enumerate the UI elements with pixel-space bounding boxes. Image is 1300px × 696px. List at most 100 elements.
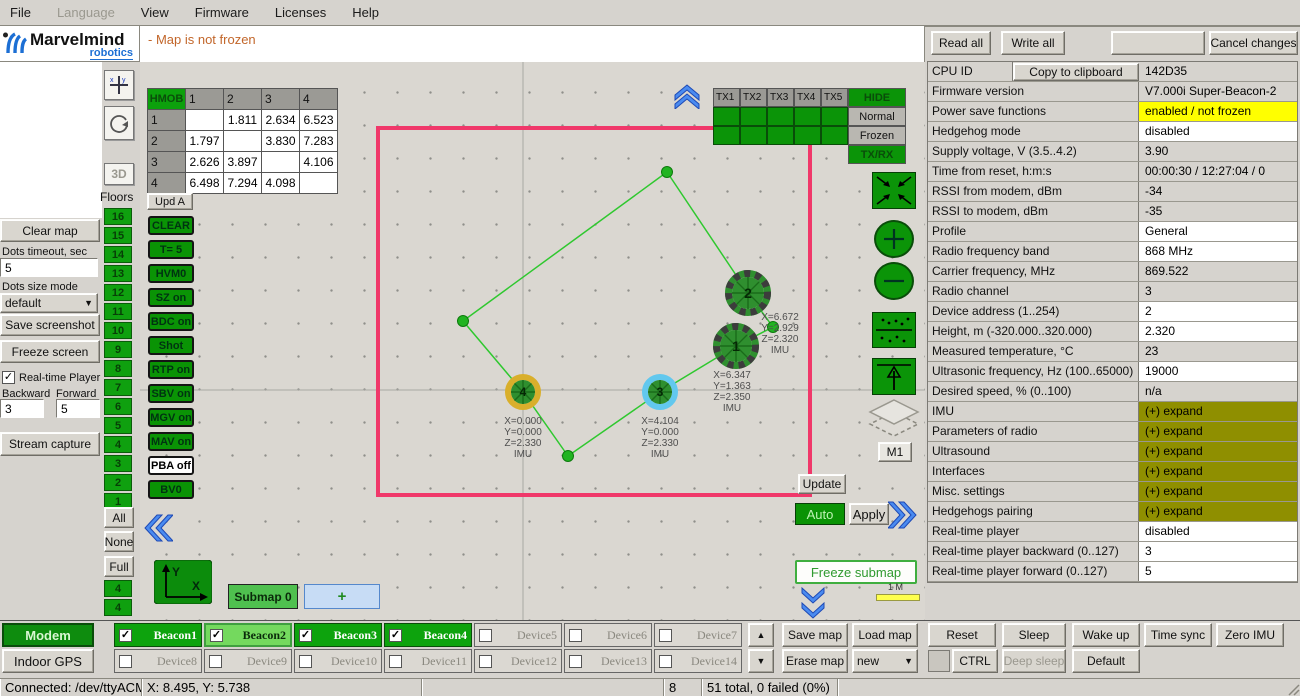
default-button[interactable]: Default xyxy=(1072,649,1140,673)
menu-item-language[interactable]: Language xyxy=(57,5,115,20)
floor-cell-13[interactable]: 13 xyxy=(104,265,132,282)
device-cell-device11[interactable]: Device11 xyxy=(384,649,472,673)
tx-cell[interactable] xyxy=(713,126,740,145)
read-all-button[interactable]: Read all xyxy=(931,31,991,55)
tx-cell[interactable] xyxy=(821,107,848,126)
settings-value[interactable]: enabled / not frozen xyxy=(1139,102,1297,121)
device-checkbox[interactable]: ✓ xyxy=(299,629,312,642)
device-checkbox[interactable] xyxy=(479,655,492,668)
device-cell-device12[interactable]: Device12 xyxy=(474,649,562,673)
floors-none-button[interactable]: None xyxy=(104,531,134,552)
modem-button[interactable]: Modem xyxy=(2,623,94,647)
freeze-screen-button[interactable]: Freeze screen xyxy=(0,340,100,363)
realtime-player-checkbox[interactable]: ✓ xyxy=(2,371,15,384)
settings-value[interactable]: 2 xyxy=(1139,302,1297,321)
zero-imu-button[interactable]: Zero IMU xyxy=(1216,623,1284,647)
save-screenshot-button[interactable]: Save screenshot xyxy=(0,314,100,336)
tx-cell[interactable] xyxy=(767,107,794,126)
erase-map-button[interactable]: Erase map xyxy=(782,649,848,673)
floor-cell-4[interactable]: 4 xyxy=(104,436,132,453)
floor-extra-1[interactable]: 4 xyxy=(104,599,132,616)
tx-cell[interactable] xyxy=(740,126,767,145)
3d-button[interactable]: 3D xyxy=(104,163,134,185)
settings-value[interactable]: 868 MHz xyxy=(1139,242,1297,261)
mode-button-rtp-on[interactable]: RTP on xyxy=(148,360,194,379)
floor-cell-5[interactable]: 5 xyxy=(104,417,132,434)
device-checkbox[interactable] xyxy=(479,629,492,642)
device-checkbox[interactable] xyxy=(209,655,222,668)
device-checkbox[interactable]: ✓ xyxy=(119,629,132,642)
device-checkbox[interactable] xyxy=(569,655,582,668)
resize-grip[interactable] xyxy=(1286,682,1300,696)
mode-button-sbv-on[interactable]: SBV on xyxy=(148,384,194,403)
floor-cell-11[interactable]: 11 xyxy=(104,303,132,320)
mode-button-t-5[interactable]: T= 5 xyxy=(148,240,194,259)
stream-capture-button[interactable]: Stream capture xyxy=(0,432,100,456)
mode-button-clear[interactable]: CLEAR xyxy=(148,216,194,235)
indoor-gps-button[interactable]: Indoor GPS xyxy=(2,649,94,673)
layers-icon[interactable] xyxy=(866,398,922,440)
settings-value[interactable]: General xyxy=(1139,222,1297,241)
beacon-3-marker[interactable]: 3 xyxy=(645,377,675,407)
device-cell-beacon4[interactable]: ✓Beacon4 xyxy=(384,623,472,647)
beacon-1-marker[interactable]: 1 xyxy=(717,327,756,366)
menu-item-view[interactable]: View xyxy=(141,5,169,20)
device-cell-device5[interactable]: Device5 xyxy=(474,623,562,647)
tx-cell[interactable] xyxy=(794,107,821,126)
floor-cell-7[interactable]: 7 xyxy=(104,379,132,396)
device-checkbox[interactable]: ✓ xyxy=(389,629,402,642)
settings-value[interactable]: 19000 xyxy=(1139,362,1297,381)
fit-view-button[interactable] xyxy=(872,172,916,209)
update-button[interactable]: Update xyxy=(798,474,846,494)
device-checkbox[interactable] xyxy=(659,629,672,642)
device-cell-device8[interactable]: Device8 xyxy=(114,649,202,673)
menu-item-help[interactable]: Help xyxy=(352,5,379,20)
mode-button-sz-on[interactable]: SZ on xyxy=(148,288,194,307)
submap-tab-0[interactable]: Submap 0 xyxy=(228,584,298,609)
ctrl-button[interactable]: CTRL xyxy=(952,649,998,673)
settings-value[interactable]: disabled xyxy=(1139,522,1297,541)
mode-button-hvm0[interactable]: HVM0 xyxy=(148,264,194,283)
device-cell-beacon1[interactable]: ✓Beacon1 xyxy=(114,623,202,647)
sleep-button[interactable]: Sleep xyxy=(1002,623,1066,647)
device-cell-device13[interactable]: Device13 xyxy=(564,649,652,673)
tx-cell[interactable] xyxy=(713,107,740,126)
device-checkbox[interactable] xyxy=(389,655,402,668)
scroll-up-button[interactable]: ▲ xyxy=(748,623,774,647)
device-cell-device14[interactable]: Device14 xyxy=(654,649,742,673)
m1-button[interactable]: M1 xyxy=(878,442,912,462)
tx-frozen-button[interactable]: Frozen xyxy=(848,126,906,145)
upd-a-button[interactable]: Upd A xyxy=(147,193,193,210)
settings-value[interactable]: disabled xyxy=(1139,122,1297,141)
tx-cell[interactable] xyxy=(821,126,848,145)
rotate-button[interactable] xyxy=(104,106,134,140)
floor-cell-6[interactable]: 6 xyxy=(104,398,132,415)
device-cell-device10[interactable]: Device10 xyxy=(294,649,382,673)
clear-map-button[interactable]: Clear map xyxy=(0,219,100,242)
device-checkbox[interactable]: ✓ xyxy=(210,629,223,642)
settings-value[interactable]: (+) expand xyxy=(1139,482,1297,501)
save-map-button[interactable]: Save map xyxy=(782,623,848,647)
tx-txrx-button[interactable]: TX/RX xyxy=(848,145,906,164)
mode-button-pba-off[interactable]: PBA off xyxy=(148,456,194,475)
add-submap-button[interactable]: + xyxy=(304,584,380,609)
floor-cell-8[interactable]: 8 xyxy=(104,360,132,377)
forward-input[interactable]: 5 xyxy=(56,399,100,418)
collapse-down-icon[interactable] xyxy=(800,586,826,620)
tx-cell[interactable] xyxy=(740,107,767,126)
time-sync-button[interactable]: Time sync xyxy=(1144,623,1212,647)
tx-cell[interactable] xyxy=(794,126,821,145)
copy-to-clipboard-button[interactable]: Copy to clipboard xyxy=(1013,63,1139,81)
floors-full-button[interactable]: Full xyxy=(104,556,134,577)
floor-cell-15[interactable]: 15 xyxy=(104,227,132,244)
xy-axes-button[interactable]: xy xyxy=(104,70,134,100)
deep-sleep-button[interactable]: Deep sleep xyxy=(1002,649,1066,673)
backward-input[interactable]: 3 xyxy=(0,399,44,418)
write-all-button[interactable]: Write all xyxy=(1001,31,1065,55)
zoom-out-button[interactable] xyxy=(874,262,914,300)
floor-cell-9[interactable]: 9 xyxy=(104,341,132,358)
zoom-in-button[interactable] xyxy=(874,220,914,258)
device-cell-device7[interactable]: Device7 xyxy=(654,623,742,647)
tx-hide-button[interactable]: HIDE xyxy=(848,88,906,107)
tx-normal-button[interactable]: Normal xyxy=(848,107,906,126)
